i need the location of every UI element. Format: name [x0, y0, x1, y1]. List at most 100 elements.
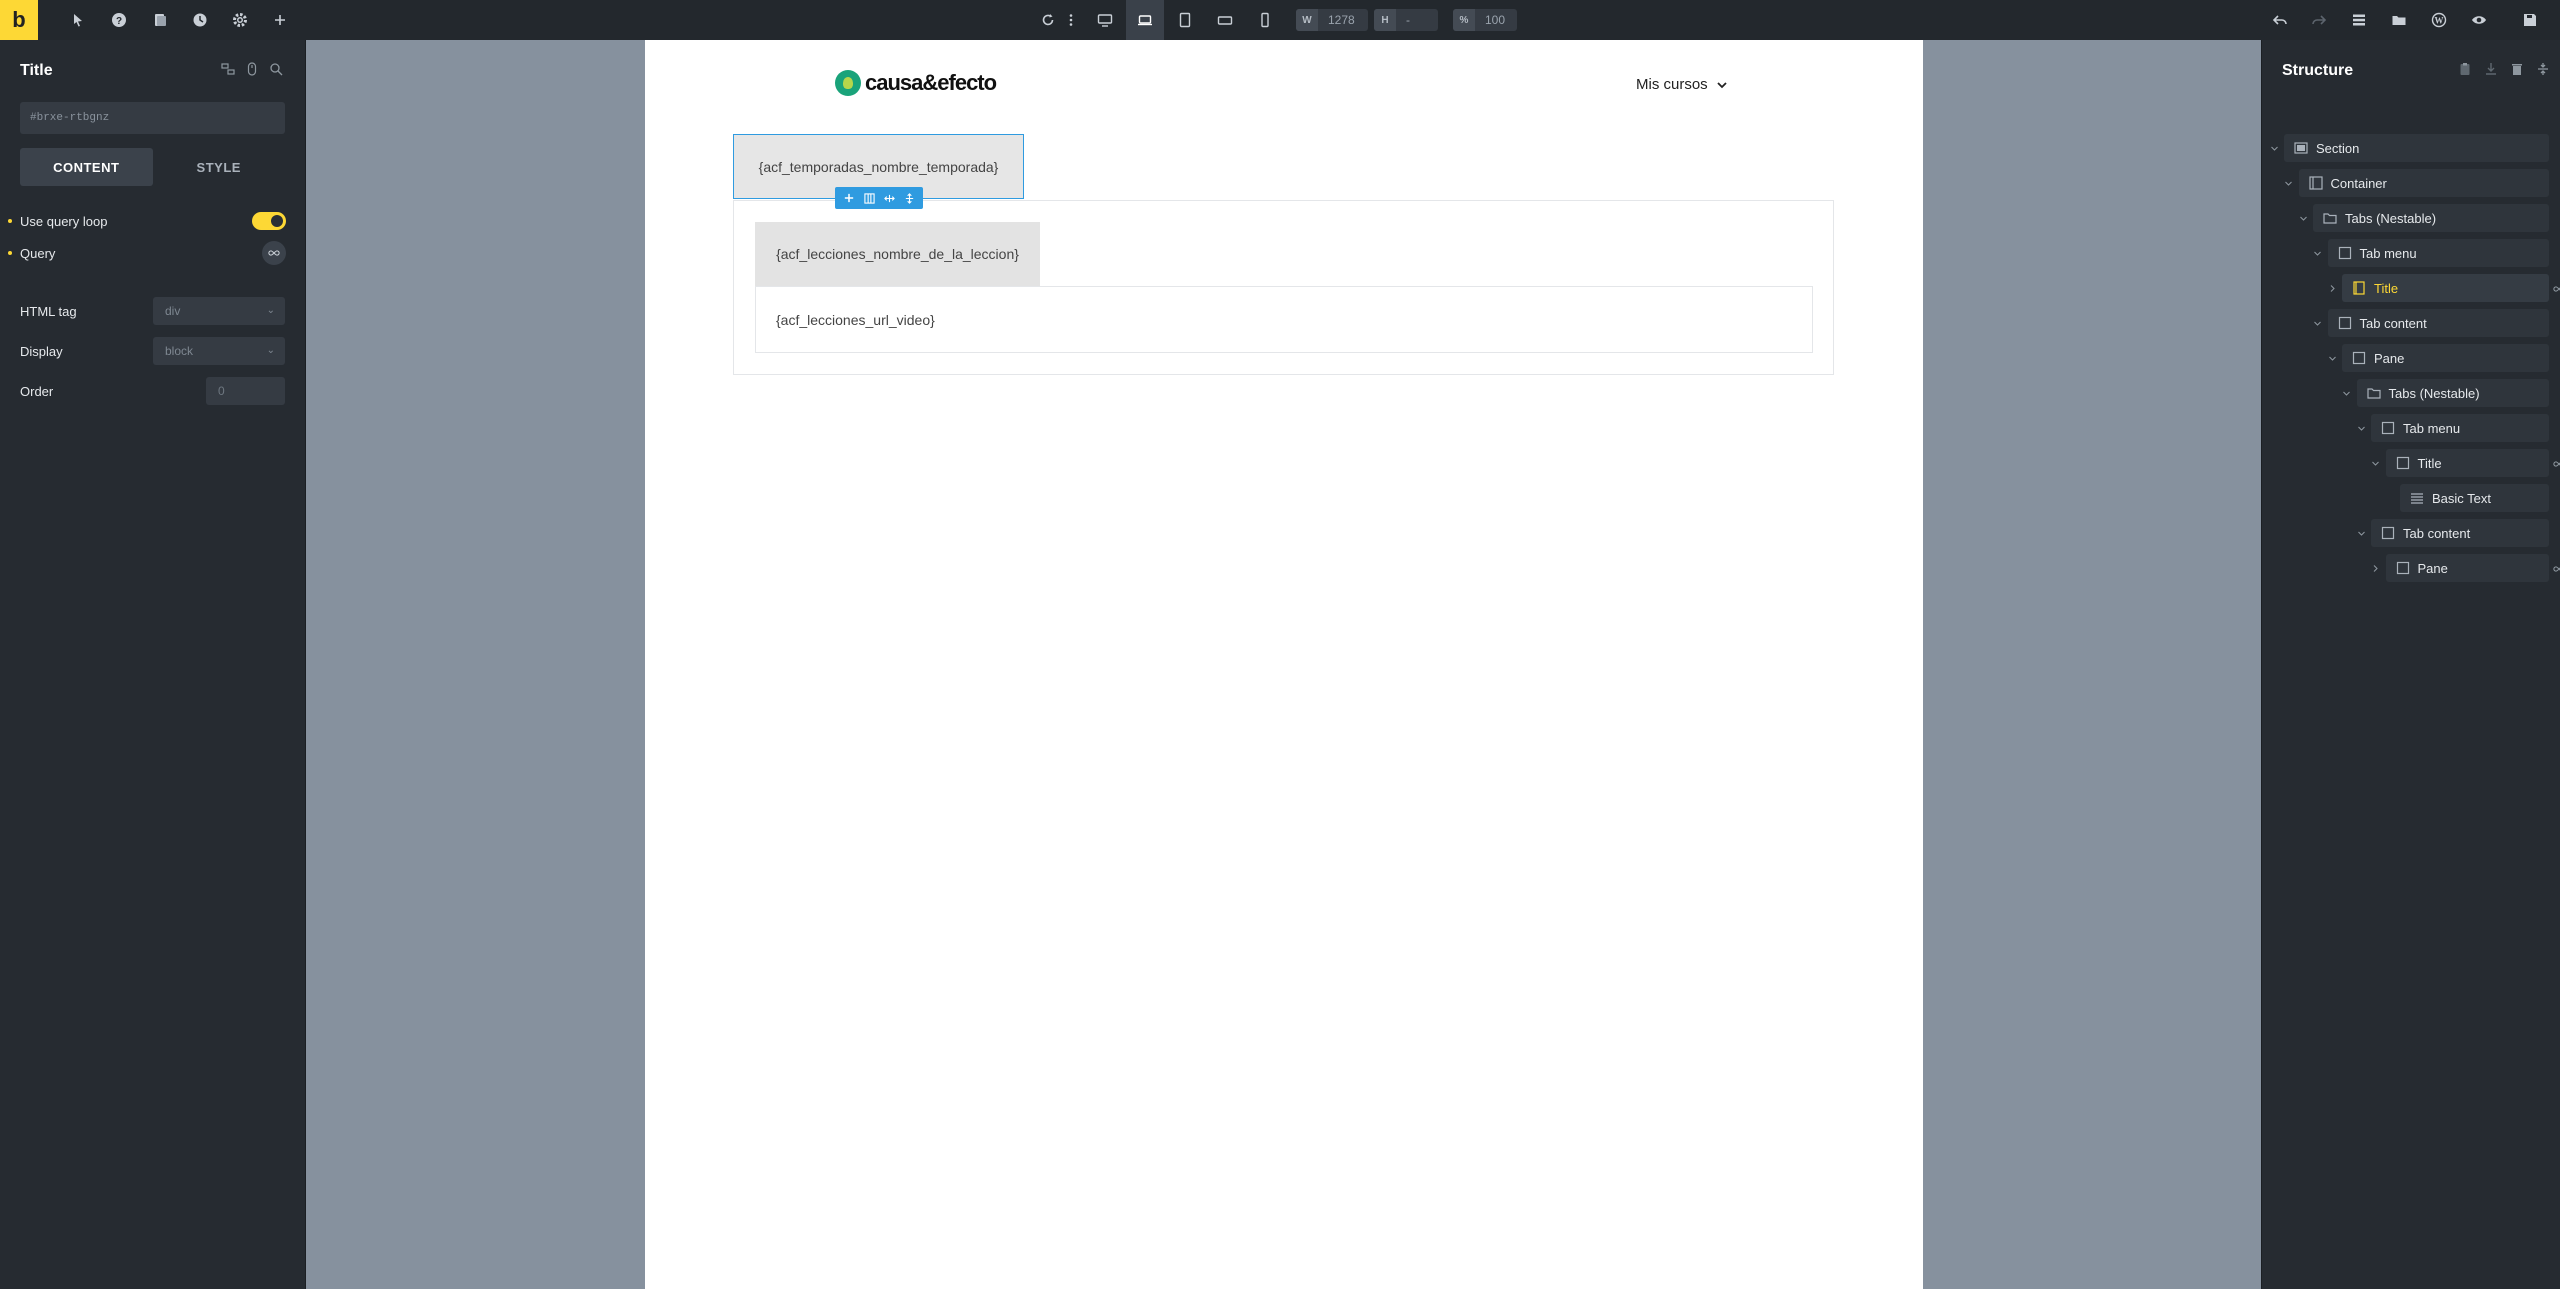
structure-item-pane[interactable]: Pane — [2326, 344, 2549, 372]
search-icon[interactable] — [269, 62, 283, 76]
nav-menu-mis-cursos[interactable]: Mis cursos — [1636, 76, 1728, 93]
structure-item-label: Tabs (Nestable) — [2345, 210, 2437, 226]
mobile-landscape-icon[interactable] — [1213, 8, 1237, 32]
structure-item-pane[interactable]: Pane — [2370, 554, 2560, 582]
redo-icon[interactable] — [2307, 8, 2331, 32]
horizontal-move-icon[interactable] — [882, 191, 896, 205]
vertical-move-icon[interactable] — [902, 191, 916, 205]
structure-item-label: Tab menu — [2359, 245, 2417, 261]
inner-tab-title[interactable]: {acf_lecciones_nombre_de_la_leccion} — [755, 222, 1040, 286]
history-icon[interactable] — [188, 8, 212, 32]
mouse-icon[interactable] — [245, 62, 259, 76]
chevron-right-icon[interactable] — [2370, 562, 2382, 574]
use-query-loop-toggle[interactable] — [252, 212, 286, 230]
more-options-icon[interactable] — [1059, 8, 1083, 32]
structure-item-tab-menu[interactable]: Tab menu — [2312, 239, 2549, 267]
display-select[interactable]: block ⌄ — [153, 337, 285, 365]
chevron-down-icon[interactable] — [2370, 457, 2382, 469]
refresh-icon[interactable] — [1036, 8, 1060, 32]
class-manager-icon[interactable] — [221, 62, 235, 76]
html-tag-value: div — [165, 304, 181, 318]
structure-item-tab-menu[interactable]: Tab menu — [2355, 414, 2549, 442]
structure-item-box[interactable]: Container — [2298, 169, 2549, 197]
structure-item-tabs-nestable[interactable]: Tabs (Nestable) — [2341, 379, 2549, 407]
structure-item-tabs-nestable[interactable]: Tabs (Nestable) — [2297, 204, 2549, 232]
structure-item-box[interactable]: Pane — [2342, 344, 2549, 372]
structure-item-box[interactable]: Pane — [2385, 554, 2549, 582]
chevron-down-icon[interactable] — [2312, 317, 2324, 329]
tablet-portrait-icon[interactable] — [1173, 8, 1197, 32]
structure-item-box[interactable]: Basic Text — [2400, 484, 2549, 512]
structure-item-box[interactable]: Title — [2385, 449, 2549, 477]
site-logo[interactable]: causa&efecto — [835, 70, 997, 96]
zoom-field[interactable]: % 100 — [1453, 9, 1517, 31]
container-icon — [2308, 176, 2323, 190]
structure-item-title[interactable]: Title — [2326, 274, 2560, 302]
order-input[interactable]: 0 — [206, 377, 285, 405]
pages-icon[interactable] — [148, 8, 172, 32]
columns-icon[interactable] — [862, 191, 876, 205]
laptop-icon[interactable] — [1126, 0, 1164, 40]
cursor-icon[interactable] — [66, 8, 90, 32]
structure-item-box[interactable]: Title — [2342, 274, 2549, 302]
clipboard-icon[interactable] — [2458, 62, 2472, 76]
structure-item-box[interactable]: Tabs (Nestable) — [2313, 204, 2549, 232]
structure-item-label: Basic Text — [2432, 490, 2492, 506]
html-tag-select[interactable]: div ⌄ — [153, 297, 285, 325]
structure-icon[interactable] — [2347, 8, 2371, 32]
structure-item-box[interactable]: Tabs (Nestable) — [2356, 379, 2549, 407]
structure-item-box[interactable]: Tab menu — [2327, 239, 2549, 267]
trash-icon[interactable] — [2510, 62, 2524, 76]
modified-indicator — [8, 251, 12, 255]
structure-item-box[interactable]: Tab menu — [2371, 414, 2549, 442]
gear-icon[interactable] — [228, 8, 252, 32]
structure-item-label: Container — [2330, 175, 2387, 191]
element-settings-panel: Title #brxe-rtbgnz CONTENT STYLE Use que… — [0, 40, 306, 1289]
wordpress-icon[interactable]: W — [2427, 8, 2451, 32]
structure-item-label: Tabs (Nestable) — [2388, 385, 2480, 401]
download-icon[interactable] — [2484, 62, 2498, 76]
chevron-right-icon[interactable] — [2326, 282, 2338, 294]
block-icon — [2352, 281, 2366, 295]
structure-item-tab-content[interactable]: Tab content — [2312, 309, 2549, 337]
tab-content[interactable]: CONTENT — [20, 148, 153, 186]
chevron-down-icon[interactable] — [2297, 212, 2309, 224]
tab-style[interactable]: STYLE — [153, 148, 286, 186]
folder-icon[interactable] — [2387, 8, 2411, 32]
structure-item-basic-text[interactable]: Basic Text — [2384, 484, 2549, 512]
chevron-down-icon[interactable] — [2355, 527, 2367, 539]
save-icon[interactable] — [2518, 8, 2542, 32]
structure-item-box[interactable]: Tab content — [2327, 309, 2549, 337]
preview-canvas[interactable]: causa&efecto Mis cursos {acf_temporadas_… — [645, 40, 1923, 1289]
height-field[interactable]: H - — [1374, 9, 1438, 31]
structure-item-container[interactable]: Container — [2283, 169, 2549, 197]
display-label: Display — [20, 343, 63, 359]
preview-eye-icon[interactable] — [2467, 8, 2491, 32]
block-icon — [2396, 456, 2410, 470]
chevron-down-icon[interactable] — [2283, 177, 2295, 189]
bricks-logo[interactable]: b — [0, 0, 38, 40]
undo-icon[interactable] — [2268, 8, 2292, 32]
chevron-down-icon[interactable] — [2355, 422, 2367, 434]
width-field[interactable]: W 1278 — [1296, 9, 1368, 31]
query-settings-button[interactable] — [262, 241, 286, 265]
chevron-down-icon[interactable] — [2341, 387, 2353, 399]
structure-item-box[interactable]: Section — [2284, 134, 2549, 162]
structure-item-box[interactable]: Tab content — [2371, 519, 2549, 547]
logo-text: causa&efecto — [865, 70, 997, 95]
mobile-portrait-icon[interactable] — [1253, 8, 1277, 32]
structure-item-section[interactable]: Section — [2268, 134, 2549, 162]
inner-tab-pane[interactable]: {acf_lecciones_url_video} — [755, 286, 1813, 353]
height-value: - — [1406, 13, 1410, 27]
element-id-field[interactable]: #brxe-rtbgnz — [20, 102, 285, 134]
chevron-down-icon[interactable] — [2312, 247, 2324, 259]
structure-item-tab-content[interactable]: Tab content — [2355, 519, 2549, 547]
help-icon[interactable]: ? — [107, 8, 131, 32]
structure-item-title[interactable]: Title — [2370, 449, 2560, 477]
chevron-down-icon[interactable] — [2268, 142, 2280, 154]
add-icon[interactable] — [268, 8, 292, 32]
desktop-icon[interactable] — [1093, 8, 1117, 32]
add-element-icon[interactable] — [842, 191, 856, 205]
chevron-down-icon[interactable] — [2326, 352, 2338, 364]
collapse-all-icon[interactable] — [2536, 62, 2550, 76]
